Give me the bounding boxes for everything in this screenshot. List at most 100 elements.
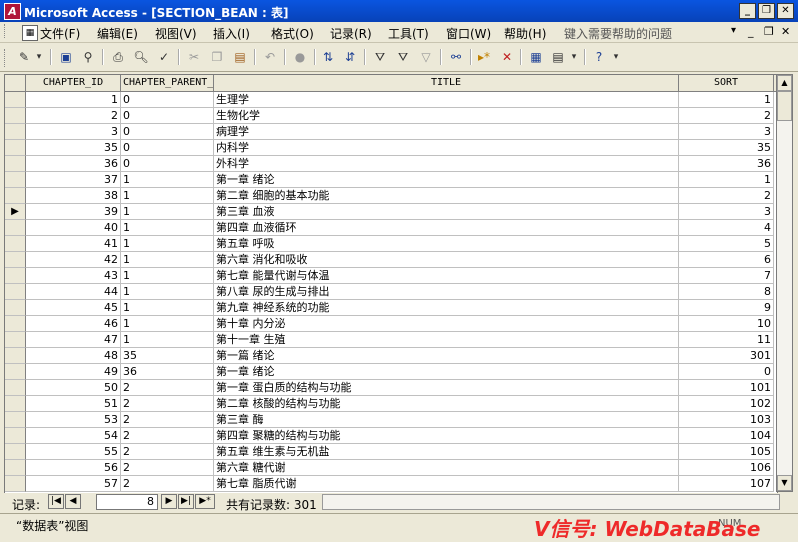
cell-sort[interactable]: 36 — [679, 156, 774, 172]
chevron-down-icon[interactable]: ▾ — [33, 48, 45, 66]
table-row[interactable]: 40 1 第四章 血液循环 4 — [5, 220, 777, 236]
last-record-button[interactable]: ▶| — [178, 494, 194, 509]
spelling-icon[interactable]: ✓ — [154, 48, 174, 66]
table-row[interactable]: 51 2 第二章 核酸的结构与功能 102 — [5, 396, 777, 412]
cell-chapter-parent[interactable]: 1 — [121, 300, 214, 316]
copy-icon[interactable]: ❐ — [207, 48, 227, 66]
save-icon[interactable]: ▣ — [56, 48, 76, 66]
access-icon[interactable]: A — [4, 3, 21, 20]
row-selector[interactable] — [5, 124, 26, 140]
cell-chapter-id[interactable]: 2 — [26, 108, 121, 124]
cell-chapter-parent[interactable]: 2 — [121, 380, 214, 396]
apply-filter-icon[interactable]: ▽ — [416, 48, 436, 66]
print-preview-icon[interactable]: 🔍︎ — [131, 48, 151, 66]
cell-title[interactable]: 第十章 内分泌 — [214, 316, 679, 332]
cell-chapter-id[interactable]: 48 — [26, 348, 121, 364]
table-row[interactable]: 43 1 第七章 能量代谢与体温 7 — [5, 268, 777, 284]
cell-sort[interactable]: 8 — [679, 284, 774, 300]
cell-sort[interactable]: 9 — [679, 300, 774, 316]
row-selector[interactable] — [5, 284, 26, 300]
cell-title[interactable]: 病理学 — [214, 124, 679, 140]
table-row[interactable]: 44 1 第八章 尿的生成与排出 8 — [5, 284, 777, 300]
cell-chapter-id[interactable]: 53 — [26, 412, 121, 428]
row-selector[interactable] — [5, 268, 26, 284]
cell-title[interactable]: 内科学 — [214, 140, 679, 156]
menu-help[interactable]: 帮助(H) — [504, 25, 546, 42]
help-question-input[interactable]: 键入需要帮助的问题 — [564, 25, 672, 42]
table-row[interactable]: 42 1 第六章 消化和吸收 6 — [5, 252, 777, 268]
row-selector[interactable] — [5, 380, 26, 396]
toolbar-grip[interactable] — [4, 49, 8, 67]
row-selector[interactable] — [5, 364, 26, 380]
cell-chapter-id[interactable]: 55 — [26, 444, 121, 460]
select-all-corner[interactable] — [5, 75, 26, 91]
table-row[interactable]: 2 0 生物化学 2 — [5, 108, 777, 124]
cell-title[interactable]: 生理学 — [214, 92, 679, 108]
cell-title[interactable]: 外科学 — [214, 156, 679, 172]
cell-chapter-id[interactable]: 44 — [26, 284, 121, 300]
cell-chapter-parent[interactable]: 0 — [121, 92, 214, 108]
search-db-icon[interactable]: ⚲ — [78, 48, 98, 66]
table-row[interactable]: 45 1 第九章 神经系统的功能 9 — [5, 300, 777, 316]
view-icon[interactable]: ✎ — [14, 48, 34, 66]
column-header-chapter-parent[interactable]: CHAPTER_PARENT_ — [121, 75, 214, 91]
minimize-button[interactable]: _ — [739, 3, 756, 19]
cut-icon[interactable]: ✂ — [184, 48, 204, 66]
table-row[interactable]: 53 2 第三章 酶 103 — [5, 412, 777, 428]
restore-button[interactable]: ❐ — [758, 3, 775, 19]
cell-title[interactable]: 第二章 细胞的基本功能 — [214, 188, 679, 204]
cell-chapter-parent[interactable]: 1 — [121, 284, 214, 300]
table-row[interactable]: 35 0 内科学 35 — [5, 140, 777, 156]
cell-chapter-id[interactable]: 39 — [26, 204, 121, 220]
cell-chapter-parent[interactable]: 2 — [121, 396, 214, 412]
cell-chapter-parent[interactable]: 1 — [121, 204, 214, 220]
delete-record-icon[interactable]: ✕ — [497, 48, 517, 66]
first-record-button[interactable]: |◀ — [48, 494, 64, 509]
cell-sort[interactable]: 35 — [679, 140, 774, 156]
cell-title[interactable]: 第五章 维生素与无机盐 — [214, 444, 679, 460]
filter-selection-icon[interactable]: ⛛ — [370, 48, 390, 66]
cell-title[interactable]: 第九章 神经系统的功能 — [214, 300, 679, 316]
cell-title[interactable]: 第三章 酶 — [214, 412, 679, 428]
row-selector[interactable] — [5, 396, 26, 412]
cell-chapter-parent[interactable]: 1 — [121, 316, 214, 332]
current-record-input[interactable]: 8 — [96, 494, 158, 510]
menu-format[interactable]: 格式(O) — [271, 25, 314, 42]
cell-chapter-parent[interactable]: 1 — [121, 268, 214, 284]
table-row[interactable]: 57 2 第七章 脂质代谢 107 — [5, 476, 777, 492]
row-selector[interactable] — [5, 444, 26, 460]
cell-chapter-parent[interactable]: 1 — [121, 220, 214, 236]
filter-form-icon[interactable]: ⛛ — [393, 48, 413, 66]
cell-chapter-id[interactable]: 38 — [26, 188, 121, 204]
cell-chapter-id[interactable]: 56 — [26, 460, 121, 476]
undo-icon[interactable]: ↶ — [260, 48, 280, 66]
cell-chapter-parent[interactable]: 2 — [121, 412, 214, 428]
table-row[interactable]: 50 2 第一章 蛋白质的结构与功能 101 — [5, 380, 777, 396]
cell-chapter-parent[interactable]: 36 — [121, 364, 214, 380]
menu-file[interactable]: 文件(F) — [40, 25, 80, 42]
cell-chapter-id[interactable]: 43 — [26, 268, 121, 284]
chevron-down-icon[interactable]: ▾ — [731, 25, 736, 36]
cell-title[interactable]: 第八章 尿的生成与排出 — [214, 284, 679, 300]
table-window-icon[interactable]: ▦ — [22, 25, 38, 41]
row-selector[interactable] — [5, 188, 26, 204]
cell-chapter-id[interactable]: 49 — [26, 364, 121, 380]
cell-chapter-id[interactable]: 41 — [26, 236, 121, 252]
cell-chapter-id[interactable]: 54 — [26, 428, 121, 444]
cell-chapter-parent[interactable]: 0 — [121, 156, 214, 172]
cell-sort[interactable]: 107 — [679, 476, 774, 492]
previous-record-button[interactable]: ◀ — [65, 494, 81, 509]
row-selector[interactable] — [5, 236, 26, 252]
cell-sort[interactable]: 0 — [679, 364, 774, 380]
row-selector[interactable] — [5, 332, 26, 348]
cell-chapter-parent[interactable]: 2 — [121, 460, 214, 476]
close-button[interactable]: ✕ — [777, 3, 794, 19]
cell-title[interactable]: 第六章 消化和吸收 — [214, 252, 679, 268]
cell-chapter-id[interactable]: 40 — [26, 220, 121, 236]
cell-title[interactable]: 生物化学 — [214, 108, 679, 124]
mdi-minimize-button[interactable]: _ — [748, 25, 754, 38]
new-record-icon[interactable]: ▸* — [474, 48, 494, 66]
hyperlink-icon[interactable]: ● — [290, 48, 310, 66]
cell-chapter-parent[interactable]: 0 — [121, 124, 214, 140]
row-selector[interactable] — [5, 172, 26, 188]
